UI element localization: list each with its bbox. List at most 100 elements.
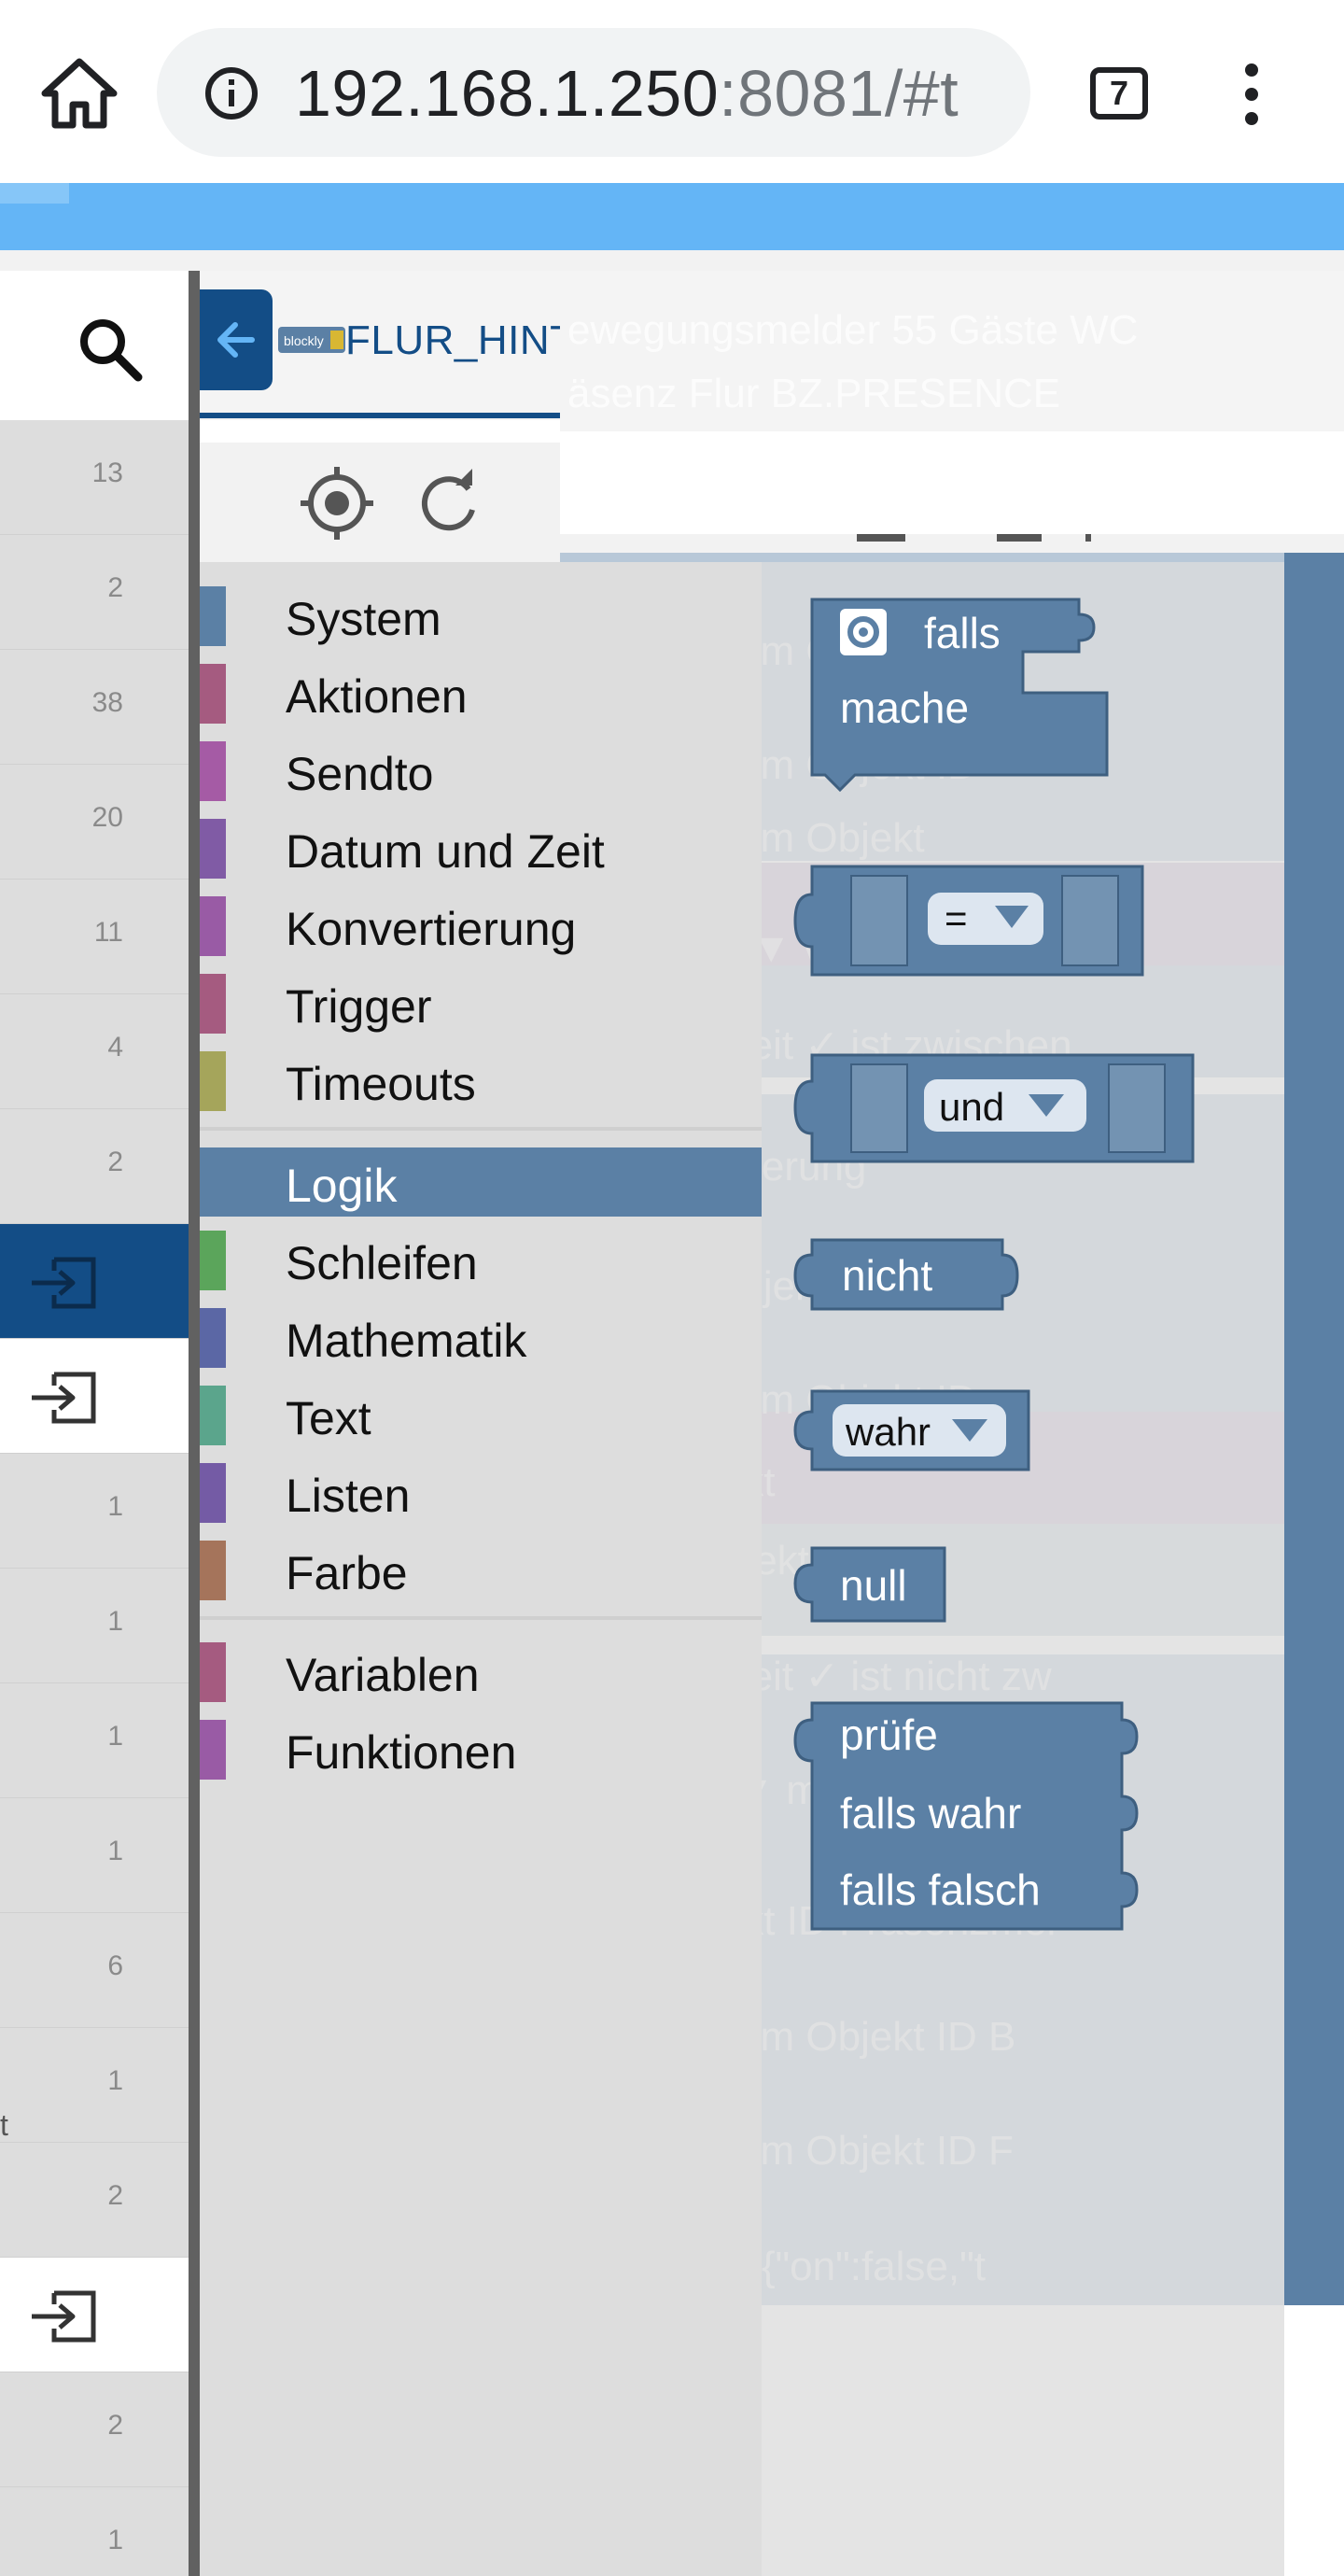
category-color-swatch xyxy=(200,1463,226,1523)
url-text: 192.168.1.250:8081/#t xyxy=(295,56,959,131)
category-label: Aktionen xyxy=(286,670,468,723)
toolbox-category-variablen[interactable]: Variablen xyxy=(200,1637,762,1706)
sidebar-row[interactable]: 20 xyxy=(0,765,189,880)
sidebar-row[interactable]: 11 xyxy=(0,880,189,994)
category-color-swatch xyxy=(200,1386,226,1445)
toolbox-separator xyxy=(200,1616,762,1620)
sidebar-row[interactable]: 13 xyxy=(0,420,189,535)
tab-switcher-button[interactable]: 7 xyxy=(1090,67,1148,120)
background-block-text: ewegungsmelder 55 Gäste WC xyxy=(567,307,1138,353)
compare-block[interactable]: = xyxy=(793,865,1144,977)
row-count: 4 xyxy=(107,1032,123,1063)
category-label: Konvertierung xyxy=(286,903,577,955)
toolbox-category-funktionen[interactable]: Funktionen xyxy=(200,1714,762,1783)
sidebar-row[interactable]: 6 xyxy=(0,1913,189,2028)
panel-divider[interactable] xyxy=(189,271,200,2576)
toolbox-category-sendto[interactable]: Sendto xyxy=(200,736,762,805)
row-count: 6 xyxy=(107,1950,123,1981)
null-block[interactable]: null xyxy=(793,1546,946,1623)
row-count: 11 xyxy=(93,917,123,948)
row-count: 1 xyxy=(107,2525,123,2555)
login-icon[interactable] xyxy=(26,1254,101,1312)
sidebar-row[interactable] xyxy=(0,1339,189,1454)
sidebar-row[interactable]: 1 xyxy=(0,1683,189,1798)
toolbox-category-aktionen[interactable]: Aktionen xyxy=(200,658,762,727)
row-count: 13 xyxy=(91,457,123,488)
toolbox-category-system[interactable]: System xyxy=(200,581,762,650)
address-bar[interactable]: 192.168.1.250:8081/#t xyxy=(157,28,1030,157)
login-icon[interactable] xyxy=(26,1369,101,1427)
header-accent xyxy=(0,183,69,204)
ternary-block[interactable]: prüfe falls wahr falls falsch xyxy=(793,1701,1139,1931)
svg-text:und: und xyxy=(939,1085,1004,1129)
category-label: Mathematik xyxy=(286,1315,527,1367)
toolbox-category-trigger[interactable]: Trigger xyxy=(200,968,762,1037)
sidebar-row[interactable]: 2 xyxy=(0,2143,189,2258)
sidebar-row[interactable] xyxy=(0,2258,189,2372)
category-color-swatch xyxy=(200,1541,226,1600)
category-color-swatch xyxy=(200,1308,226,1368)
search-icon[interactable] xyxy=(75,314,146,385)
category-label: Trigger xyxy=(286,980,432,1033)
category-label: Text xyxy=(286,1392,371,1444)
category-color-swatch xyxy=(200,1642,226,1702)
toolbox-category-farbe[interactable]: Farbe xyxy=(200,1535,762,1604)
sidebar-row[interactable]: 2 xyxy=(0,1109,189,1224)
category-color-swatch xyxy=(200,974,226,1034)
category-label: Farbe xyxy=(286,1547,408,1599)
sidebar-row[interactable]: 1 xyxy=(0,2028,189,2143)
login-icon[interactable] xyxy=(26,2287,101,2345)
url-path: :8081/#t xyxy=(719,57,959,130)
category-label: Funktionen xyxy=(286,1726,517,1779)
sidebar-row[interactable]: 4 xyxy=(0,994,189,1109)
svg-text:blockly: blockly xyxy=(284,333,324,348)
home-icon[interactable] xyxy=(37,56,121,131)
more-menu-icon[interactable] xyxy=(1238,58,1266,133)
toolbox-category-mathematik[interactable]: Mathematik xyxy=(200,1302,762,1372)
sidebar-row[interactable]: 1 xyxy=(0,2487,189,2576)
back-button[interactable] xyxy=(200,289,273,390)
svg-text:=: = xyxy=(945,896,968,940)
row-count: 1 xyxy=(107,1606,123,1637)
category-label: Listen xyxy=(286,1470,411,1522)
toolbox-category-logik[interactable]: Logik xyxy=(200,1147,762,1217)
sidebar-row[interactable]: 1 xyxy=(0,1454,189,1569)
category-label: Datum und Zeit xyxy=(286,825,605,878)
toolbox-category-schleifen[interactable]: Schleifen xyxy=(200,1225,762,1294)
arrow-left-icon xyxy=(217,322,255,358)
row-count: 20 xyxy=(91,802,123,833)
negate-block[interactable]: nicht xyxy=(793,1238,1019,1311)
category-color-swatch xyxy=(200,1153,226,1213)
category-color-swatch xyxy=(200,819,226,879)
category-color-swatch xyxy=(200,1720,226,1780)
toolbox-category-konvertierung[interactable]: Konvertierung xyxy=(200,891,762,960)
row-count: 1 xyxy=(107,1836,123,1866)
category-color-swatch xyxy=(200,896,226,956)
background-block-edge xyxy=(1284,553,1344,2305)
sidebar-row[interactable]: 2 xyxy=(0,2372,189,2487)
category-color-swatch xyxy=(200,1051,226,1111)
category-label: System xyxy=(286,593,441,645)
toolbox-category-listen[interactable]: Listen xyxy=(200,1457,762,1527)
toolbox-category-text[interactable]: Text xyxy=(200,1380,762,1449)
toolbox-category-timeouts[interactable]: Timeouts xyxy=(200,1046,762,1115)
refresh-icon[interactable] xyxy=(407,461,491,545)
svg-text:prüfe: prüfe xyxy=(840,1710,938,1759)
row-count: 2 xyxy=(107,2410,123,2441)
browser-toolbar: 192.168.1.250:8081/#t 7 xyxy=(0,0,1344,183)
sidebar-row[interactable]: 1 xyxy=(0,1798,189,1913)
info-icon[interactable] xyxy=(203,65,259,121)
locate-icon[interactable] xyxy=(295,461,379,545)
category-label: Schleifen xyxy=(286,1237,478,1289)
svg-text:falls wahr: falls wahr xyxy=(840,1789,1021,1837)
operation-block[interactable]: und xyxy=(793,1053,1195,1163)
sidebar-row[interactable]: 38 xyxy=(0,650,189,765)
toolbox-category-datum-und-zeit[interactable]: Datum und Zeit xyxy=(200,813,762,882)
sidebar-row[interactable]: 1 xyxy=(0,1569,189,1683)
if-block[interactable]: falls mache xyxy=(810,598,1109,793)
blockly-logo-icon: blockly xyxy=(278,327,345,353)
blockly-toolbox: System Aktionen Sendto Datum und Zeit Konver… xyxy=(200,562,762,2576)
sidebar-row[interactable] xyxy=(0,1224,189,1339)
boolean-block[interactable]: wahr xyxy=(793,1389,1030,1471)
sidebar-row[interactable]: 2 xyxy=(0,535,189,650)
